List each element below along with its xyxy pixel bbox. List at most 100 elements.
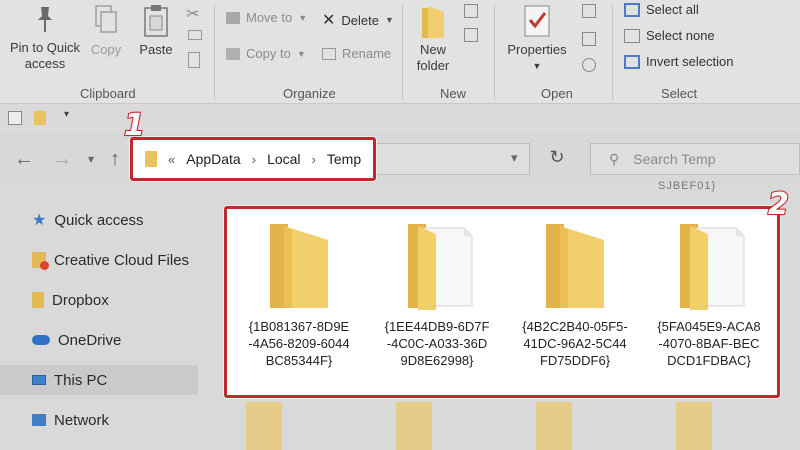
properties-label: Properties [507,42,567,57]
folder-item[interactable]: {1B081367-8D9E -4A56-8209-6044 BC85344F} [230,208,368,397]
select-all-label: Select all [646,2,699,17]
delete-button[interactable]: ✕ Delete ▼ [322,10,394,30]
refresh-icon[interactable]: ↻ [545,147,569,171]
nav-network[interactable]: Network [0,405,198,435]
nav-onedrive[interactable]: OneDrive [0,325,198,355]
folder-icon [546,224,604,308]
folder-name-line: 9D8E62998} [400,353,474,368]
copy-path-icon[interactable] [188,30,202,40]
folder-icon[interactable] [396,402,432,450]
select-group-label: Select [661,86,698,101]
folder-icon[interactable] [536,402,572,450]
move-to-button[interactable]: Move to ▼ [226,10,307,25]
history-icon[interactable] [582,58,596,72]
nav-creative-cloud[interactable]: Creative Cloud Files [0,245,198,275]
clipboard-group-label: Clipboard [80,86,136,101]
paste-shortcut-icon[interactable] [188,52,200,68]
recent-locations-icon[interactable]: ▾ [88,152,94,166]
new-folder-icon [422,6,444,38]
folder-icon[interactable] [246,402,282,450]
copy-to-label: Copy to [246,46,291,61]
select-all-button[interactable]: Select all [624,2,699,17]
organize-group-label: Organize [283,86,336,101]
move-to-label: Move to [246,10,293,25]
breadcrumb-appdata[interactable]: AppData [186,151,240,167]
star-icon: ★ [32,212,47,229]
nav-dropbox[interactable]: Dropbox [0,285,198,315]
folder-icon [270,224,328,308]
folder-name-line: BC85344F} [265,353,333,368]
copy-to-button[interactable]: Copy to ▼ [226,46,306,61]
chevron-down-icon: ▼ [298,12,308,23]
back-arrow-icon[interactable]: ← [14,148,34,171]
partial-folder-name: SJBEF01} [658,180,717,192]
nav-quick-access[interactable]: ★ Quick access [0,205,198,235]
folder-name-line: -4C0C-A033-36D [386,336,488,351]
rename-button[interactable]: Rename [322,46,391,61]
folder-item[interactable]: {5FA045E9-ACA8 -4070-8BAF-BEC DCD1FDBAC} [640,208,778,397]
folder-grid: {1B081367-8D9E -4A56-8209-6044 BC85344F}… [226,208,779,397]
properties-icon [524,5,550,37]
new-folder-button[interactable]: New folder [410,4,456,74]
breadcrumb-highlight: « AppData › Local › Temp [130,137,376,181]
copy-label: Copy [90,42,122,57]
new-folder-label-line1: New [419,42,446,57]
folder-icon[interactable] [676,402,712,450]
quick-access-toolbar: ▾ [0,105,800,131]
forward-arrow-icon[interactable]: → [52,148,72,171]
search-placeholder: Search Temp [633,151,716,167]
new-item-icon[interactable] [464,4,478,18]
annotation-marker-1: 1 [123,107,146,144]
group-divider [494,4,495,100]
select-all-icon [624,2,640,17]
pin-to-quick-access-button[interactable]: Pin to Quick access [6,4,84,72]
network-icon [32,414,46,426]
folder-name-line: -4070-8BAF-BEC [658,336,760,351]
nav-this-pc[interactable]: This PC [0,365,198,395]
open-group-label: Open [541,86,573,101]
group-divider [612,4,613,100]
folder-name-line: {1B081367-8D9E [248,319,350,334]
easy-access-icon[interactable] [464,28,478,42]
address-history-icon[interactable]: ▾ [511,150,518,166]
breadcrumb-temp[interactable]: Temp [327,151,361,167]
folder-with-files-icon [680,224,745,310]
customize-toolbar-icon[interactable]: ▾ [64,109,69,120]
select-none-button[interactable]: Select none [624,28,715,43]
cloud-icon [32,335,50,345]
dropbox-icon [32,292,44,308]
new-folder-label-line2: folder [416,58,450,73]
nav-label: Creative Cloud Files [54,251,190,269]
nav-label: Dropbox [52,291,109,309]
folder-item[interactable]: {4B2C2B40-05F5- 41DC-96A2-5C44 FD75DDF6} [506,208,644,397]
paste-label: Paste [139,42,173,57]
clipboard-icon [144,5,168,37]
monitor-icon [32,375,46,385]
paste-button[interactable]: Paste [136,4,176,58]
cut-icon[interactable]: ✂ [186,4,199,24]
folder-name: {1EE44DB9-6D7F -4C0C-A033-36D 9D8E62998} [368,318,506,369]
folder-name-line: -4A56-8209-6044 [248,336,350,351]
search-box[interactable]: ⚲ Search Temp [590,143,800,175]
invert-selection-button[interactable]: Invert selection [624,54,733,69]
edit-icon[interactable] [582,32,596,46]
open-icon[interactable] [582,4,596,18]
chevron-right-icon[interactable]: › [252,152,256,167]
folder-name: {1B081367-8D9E -4A56-8209-6044 BC85344F} [230,318,368,369]
up-arrow-icon[interactable]: ↑ [110,148,120,171]
folder-item[interactable]: {1EE44DB9-6D7F -4C0C-A033-36D 9D8E62998} [368,208,506,397]
properties-button[interactable]: Properties ▼ [504,4,570,74]
properties-check-icon[interactable] [8,111,22,125]
folder-name-line: FD75DDF6} [539,353,611,368]
folder-name-line: DCD1FDBAC} [667,353,751,368]
chevron-right-icon[interactable]: › [312,152,316,167]
breadcrumb-overflow[interactable]: « [168,152,175,167]
folder-name-line: {5FA045E9-ACA8 [657,319,761,334]
breadcrumb-local[interactable]: Local [267,151,300,167]
folder-icon[interactable] [34,111,46,125]
creative-cloud-icon [32,252,49,270]
folder-icon [145,151,157,167]
breadcrumb: « AppData › Local › Temp [145,140,361,178]
invert-selection-label: Invert selection [646,54,734,69]
copy-button[interactable]: Copy [88,4,124,58]
